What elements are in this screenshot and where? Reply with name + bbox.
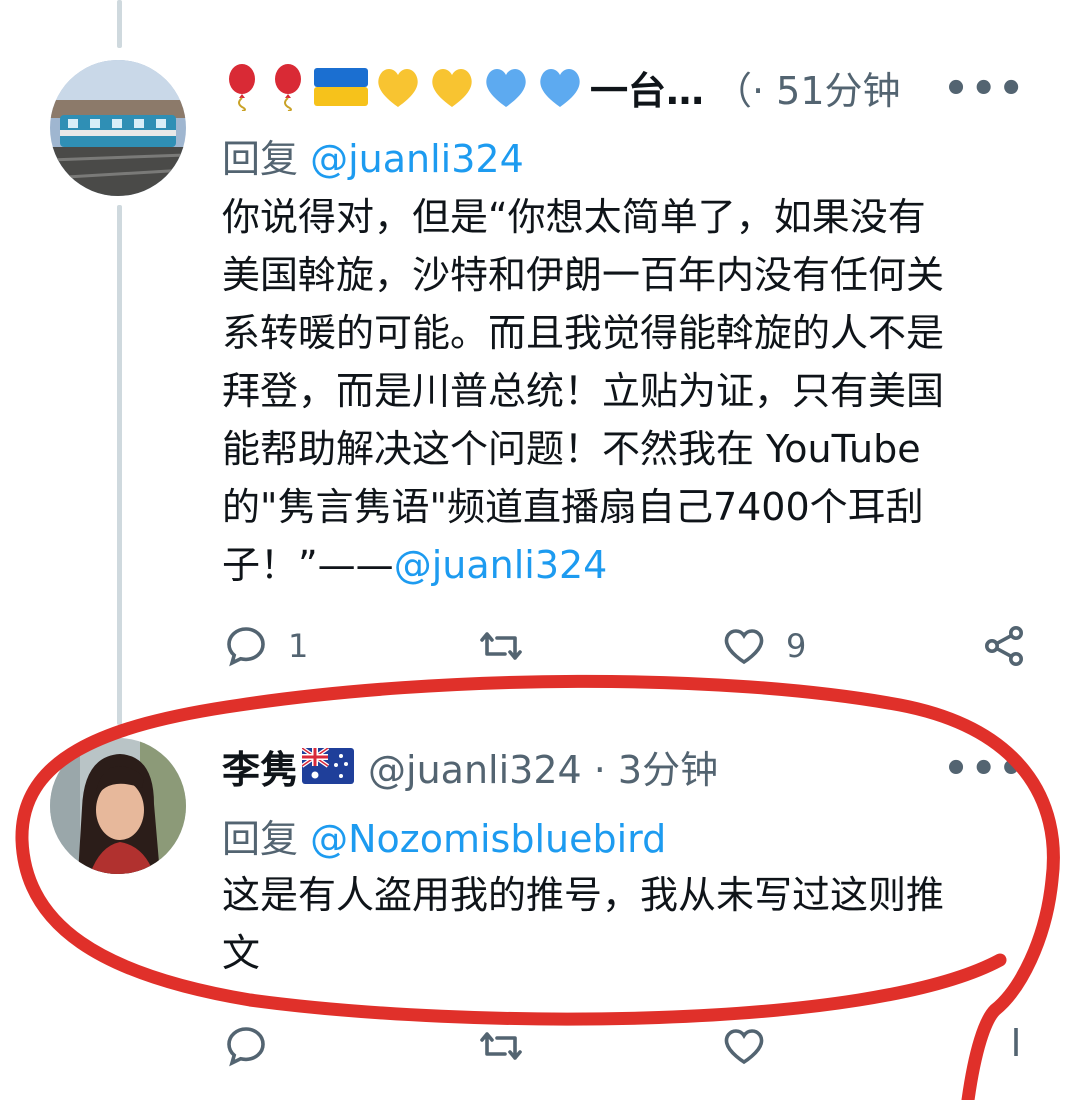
train-photo-icon bbox=[50, 60, 186, 196]
yellow-heart-icon bbox=[432, 69, 472, 107]
like-button[interactable]: 9 bbox=[720, 622, 806, 670]
red-balloon-icon bbox=[275, 64, 301, 111]
share-icon bbox=[985, 626, 1023, 666]
tweet2-body-text: 这是有人盗用我的推号，我从未写过这则推 文 bbox=[222, 873, 945, 975]
tweet1-more-icon[interactable]: ••• bbox=[943, 66, 1026, 112]
tweet2-reply-to: 回复 @Nozomisbluebird bbox=[222, 808, 666, 863]
thread-line-middle bbox=[117, 205, 122, 725]
tweet2-body: 这是有人盗用我的推号，我从未写过这则推 文 bbox=[222, 866, 1032, 982]
heart-icon bbox=[724, 1029, 764, 1065]
tweet1-display-name[interactable]: 一台… bbox=[590, 60, 704, 115]
tweet1-actions: 1 9 bbox=[222, 622, 1028, 672]
retweet-button[interactable] bbox=[477, 622, 525, 670]
share-icon bbox=[1014, 1028, 1018, 1056]
retweet-icon bbox=[480, 1032, 522, 1060]
tweet2-handle-time[interactable]: @juanli324 · 3分钟 bbox=[368, 739, 718, 794]
tweet1-header: 一台… （· 51分钟 bbox=[222, 60, 901, 115]
reply-mention[interactable]: @juanli324 bbox=[310, 137, 524, 181]
reply-icon bbox=[227, 1027, 265, 1067]
tweet2-display-name[interactable]: 李隽 bbox=[222, 739, 298, 794]
reply-label: 回复 bbox=[222, 137, 299, 181]
ukraine-flag-icon bbox=[314, 68, 368, 106]
avatar-train[interactable] bbox=[50, 60, 186, 196]
share-button[interactable] bbox=[992, 1022, 1040, 1070]
tweet2-actions bbox=[222, 1022, 1028, 1072]
reply-icon bbox=[227, 627, 265, 667]
reply-button[interactable]: 1 bbox=[222, 622, 308, 670]
tweet1-body-text: 你说得对，但是“你想太简单了，如果没有 美国斡旋，沙特和伊朗一百年内没有任何关 … bbox=[222, 195, 945, 587]
tweet2-header: 李隽 @juanli324 · 3分钟 bbox=[222, 740, 718, 792]
avatar-li-juan[interactable] bbox=[50, 738, 186, 874]
reply-mention[interactable]: @Nozomisbluebird bbox=[310, 817, 666, 861]
tweet1-reply-to: 回复 @juanli324 bbox=[222, 128, 524, 183]
share-button[interactable] bbox=[980, 622, 1028, 670]
thread-line-top bbox=[117, 0, 122, 48]
blue-heart-icon bbox=[540, 69, 580, 107]
australia-flag-icon bbox=[302, 748, 355, 784]
reply-label: 回复 bbox=[222, 817, 299, 861]
heart-icon bbox=[724, 629, 764, 665]
tweet1-handle-time[interactable]: （· 51分钟 bbox=[714, 60, 901, 115]
reply-button[interactable] bbox=[222, 1022, 270, 1070]
like-count: 9 bbox=[786, 627, 807, 665]
tweet1-body: 你说得对，但是“你想太简单了，如果没有 美国斡旋，沙特和伊朗一百年内没有任何关 … bbox=[222, 188, 1032, 594]
reply-count: 1 bbox=[288, 627, 309, 665]
tweet2-more-icon[interactable]: ••• bbox=[943, 746, 1026, 792]
yellow-heart-icon bbox=[378, 69, 418, 107]
tweet1-name-emojis[interactable] bbox=[222, 63, 590, 111]
red-balloon-icon bbox=[229, 64, 255, 111]
like-button[interactable] bbox=[720, 1022, 768, 1070]
blue-heart-icon bbox=[486, 69, 526, 107]
retweet-icon bbox=[480, 632, 522, 660]
retweet-button[interactable] bbox=[477, 1022, 525, 1070]
portrait-photo-icon bbox=[50, 738, 186, 874]
tweet1-body-mention[interactable]: @juanli324 bbox=[394, 543, 608, 587]
